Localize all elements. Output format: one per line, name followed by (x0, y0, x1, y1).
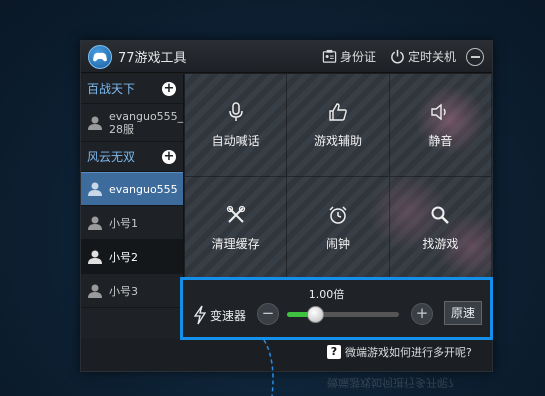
app-logo-icon (88, 44, 112, 69)
tile-label: 闹钟 (325, 236, 350, 251)
reset-speed-button[interactable]: 原速 (444, 301, 482, 325)
title-bar[interactable]: 77游戏工具 身份证 定时关机 (81, 41, 492, 73)
add-account-icon[interactable]: + (162, 82, 176, 96)
account-server: 28服 (109, 122, 134, 136)
tile-label: 静音 (428, 133, 453, 148)
shutdown-timer-button[interactable]: 定时关机 (390, 48, 456, 65)
sidebar: 百战天下 + evanguo555_ 28服 风云无双 + evanguo555… (81, 74, 184, 339)
question-icon: ? (327, 345, 341, 359)
user-icon (88, 182, 102, 196)
account-name: 小号3 (109, 284, 138, 298)
account-item[interactable]: 小号2 (81, 240, 183, 274)
user-icon (88, 116, 102, 130)
help-reflection: 微端游戏如何进行多开呢? (327, 376, 454, 389)
group-name: 百战天下 (87, 82, 136, 96)
speed-changer-panel: 1.00倍 变速器 − + 原速 (180, 277, 493, 340)
account-name: evanguo555_ (109, 109, 184, 123)
tool-grid: 自动喊话 游戏辅助 静音 清理缓存 闹钟 找游戏 (185, 74, 492, 280)
account-name: 小号1 (109, 216, 138, 230)
user-icon (88, 284, 102, 298)
lightning-icon (193, 305, 207, 325)
tile-clear-cache[interactable]: 清理缓存 (185, 177, 288, 280)
group-name: 风云无双 (87, 150, 136, 164)
account-item[interactable]: evanguo555_ 28服 (81, 104, 183, 142)
group-header-fengyun[interactable]: 风云无双 + (81, 142, 183, 172)
id-card-button[interactable]: 身份证 (322, 48, 376, 65)
speed-decrease-button[interactable]: − (257, 303, 279, 325)
tile-label: 游戏辅助 (313, 133, 362, 148)
account-item[interactable]: 小号3 (81, 274, 183, 308)
search-icon (431, 206, 450, 224)
account-item[interactable]: evanguo555 (81, 172, 183, 206)
group-header-baizhan[interactable]: 百战天下 + (81, 74, 183, 104)
alarm-clock-icon (329, 205, 347, 224)
tile-game-assist[interactable]: 游戏辅助 (287, 74, 390, 177)
tile-auto-shout[interactable]: 自动喊话 (185, 74, 288, 177)
speed-slider[interactable] (287, 306, 399, 323)
speed-slider-thumb[interactable] (307, 306, 324, 323)
tools-icon (226, 205, 245, 223)
guide-dashed-line (263, 340, 274, 396)
microphone-icon (228, 101, 243, 121)
app-title: 77游戏工具 (118, 51, 187, 66)
tile-label: 自动喊话 (211, 133, 260, 148)
speed-changer-label: 变速器 (193, 305, 246, 325)
help-link[interactable]: ? 微端游戏如何进行多开呢? (327, 344, 472, 360)
user-icon (88, 216, 102, 230)
minimize-icon[interactable] (466, 47, 484, 66)
add-account-icon[interactable]: + (162, 150, 176, 164)
thumbs-up-icon (329, 102, 347, 121)
speed-label-text: 变速器 (210, 308, 247, 323)
id-card-label: 身份证 (339, 50, 376, 64)
account-name: evanguo555 (109, 182, 178, 196)
shutdown-timer-label: 定时关机 (407, 50, 456, 64)
speaker-icon (431, 103, 447, 120)
speed-increase-button[interactable]: + (411, 303, 433, 325)
user-icon (88, 250, 102, 264)
tile-find-game[interactable]: 找游戏 (389, 177, 492, 280)
tile-alarm[interactable]: 闹钟 (287, 177, 390, 280)
help-text: 微端游戏如何进行多开呢? (345, 346, 472, 359)
id-card-icon (322, 49, 337, 63)
tile-mute[interactable]: 静音 (389, 74, 492, 177)
account-name: 小号2 (109, 250, 138, 264)
power-icon (391, 49, 404, 64)
tile-label: 找游戏 (422, 236, 459, 251)
tile-label: 清理缓存 (211, 236, 260, 251)
account-item[interactable]: 小号1 (81, 206, 183, 240)
speed-value: 1.00倍 (308, 288, 345, 301)
